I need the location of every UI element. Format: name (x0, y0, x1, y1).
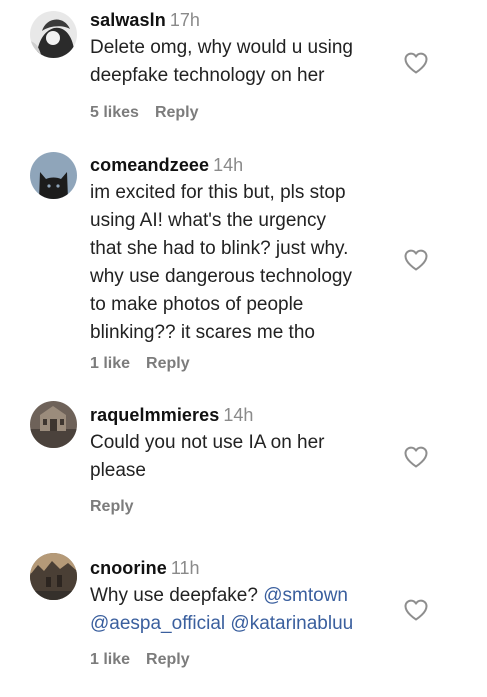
mention-link[interactable]: @smtown (263, 585, 348, 606)
comment-time: 17h (169, 10, 200, 30)
comment-text-line: using AI! what's the urgency (90, 210, 326, 231)
comment-text-line: @aespa_official @katarinabluu (90, 610, 380, 638)
mention-link[interactable]: @aespa_official (90, 613, 225, 634)
comment-text-line: deepfake technology on her (90, 65, 325, 86)
likes-count[interactable]: 5 likes (90, 104, 139, 121)
reply-button[interactable]: Reply (155, 104, 199, 121)
comment-text-segment: Why use deepfake? (90, 585, 258, 606)
avatar-image (30, 553, 77, 600)
comment-username[interactable]: raquelmmieres (90, 405, 219, 425)
avatar-image (30, 11, 77, 58)
comment-username[interactable]: comeandzeee (90, 155, 209, 175)
comment-text: Why use deepfake? @smtown @aespa_officia… (90, 582, 380, 638)
comment-text: im excited for this but, pls stop using … (90, 179, 380, 347)
comment-text-line: blinking?? it scares me tho (90, 322, 315, 343)
heart-outline-icon (404, 52, 428, 74)
comment-text-line: why use dangerous technology (90, 266, 352, 287)
comment-text-line: that she had to blink? just why. (90, 238, 349, 259)
reply-button[interactable]: Reply (146, 355, 190, 372)
comment-text: Could you not use IA on her please (90, 429, 380, 485)
like-button[interactable] (403, 51, 429, 75)
avatar[interactable] (30, 11, 77, 58)
avatar[interactable] (30, 152, 77, 199)
comment-text-line: Delete omg, why would u using (90, 37, 353, 58)
heart-outline-icon (404, 249, 428, 271)
comment-username[interactable]: cnoorine (90, 558, 167, 578)
reply-button[interactable]: Reply (146, 651, 190, 668)
comment-text-line: im excited for this but, pls stop (90, 182, 346, 203)
comment-time: 14h (213, 155, 244, 175)
avatar-image (30, 401, 77, 448)
comment-text: Delete omg, why would u using deepfake t… (90, 34, 380, 90)
heart-outline-icon (404, 599, 428, 621)
comment-time: 14h (223, 405, 254, 425)
likes-count[interactable]: 1 like (90, 355, 130, 372)
avatar[interactable] (30, 553, 77, 600)
like-button[interactable] (403, 445, 429, 469)
likes-count[interactable]: 1 like (90, 651, 130, 668)
comment-text-line: Could you not use IA on her (90, 432, 325, 453)
comment-text-line: Why use deepfake? @smtown (90, 582, 380, 610)
reply-button[interactable]: Reply (90, 498, 134, 515)
heart-outline-icon (404, 446, 428, 468)
avatar[interactable] (30, 401, 77, 448)
like-button[interactable] (403, 248, 429, 272)
avatar-image (30, 152, 77, 199)
comment-username[interactable]: salwasln (90, 10, 166, 30)
comment-time: 11h (170, 558, 200, 578)
like-button[interactable] (403, 598, 429, 622)
comment-text-line: please (90, 460, 146, 481)
mention-link[interactable]: @katarinabluu (230, 613, 353, 634)
comment-text-line: to make photos of people (90, 294, 304, 315)
